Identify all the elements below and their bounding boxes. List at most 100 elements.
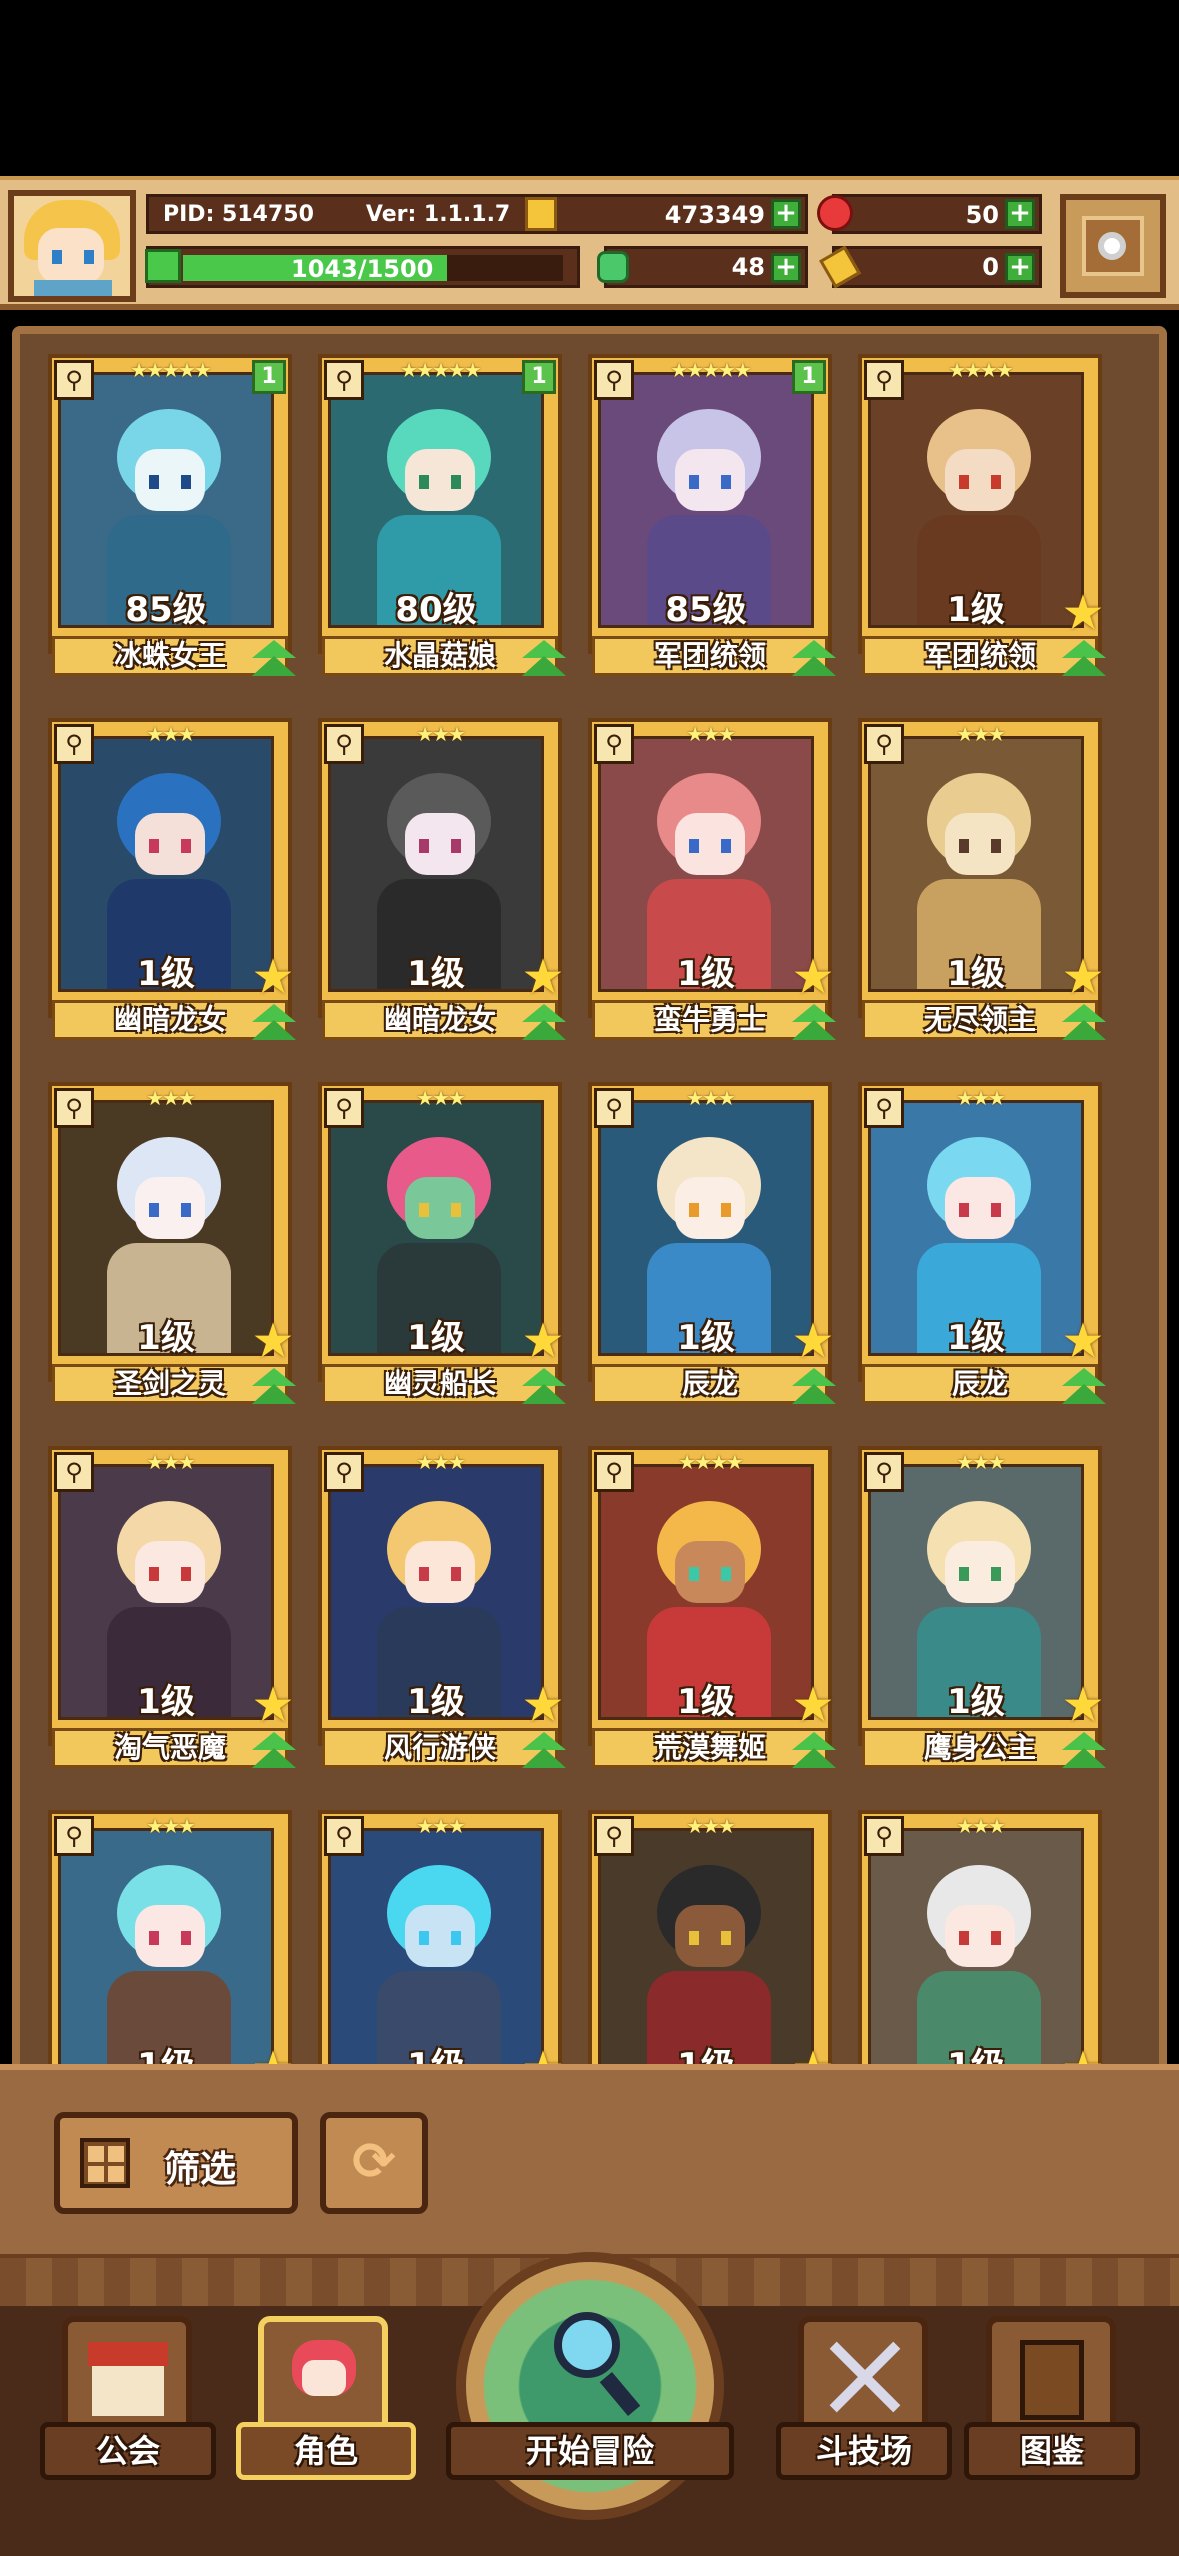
player-avatar[interactable] [8,190,136,302]
gold-amount: 473349 [664,201,765,229]
character-level: 1级 [947,1682,1005,1722]
rarity-stars: ★★★★ [678,1450,744,1474]
level-up-arrow-icon[interactable] [522,1368,566,1404]
crossed-swords-icon [798,2316,928,2436]
star-upgrade-icon[interactable]: ★ [248,1681,298,1729]
character-card[interactable]: ⚲ ★★★ 1级 幽暗龙女 ★ [48,718,298,1058]
character-level: 1级 [407,954,465,994]
exp-text: 1043/1500 [291,255,434,283]
character-card[interactable]: ⚲ ★★★ 1级 无尽领主 ★ [858,718,1108,1058]
rarity-stars: ★★★ [416,1086,466,1110]
guild-building-icon [62,2316,192,2436]
character-card[interactable]: ⚲ ★★★ 1级 幽灵船长 ★ [318,1082,568,1422]
level-up-arrow-icon[interactable] [792,640,836,676]
character-card[interactable]: ⚲ ★★★ 1级 圣剑之灵 ★ [48,1082,298,1422]
star-upgrade-icon[interactable]: ★ [1058,1681,1108,1729]
character-card[interactable]: ⚲ ★★★★★ 1 85级 冰蛛女王 [48,354,298,694]
character-card[interactable]: ⚲ ★★★ 1级 幽暗龙女 ★ [318,718,568,1058]
add-clover-button[interactable]: + [771,253,801,283]
character-level: 80级 [395,590,477,630]
level-up-arrow-icon[interactable] [252,1368,296,1404]
star-upgrade-icon[interactable]: ★ [518,953,568,1001]
exp-bar: 1043/1500 [145,246,580,288]
level-up-arrow-icon[interactable] [252,1004,296,1040]
nav-character-label: 角色 [236,2422,416,2480]
level-up-arrow-icon[interactable] [1062,1368,1106,1404]
rarity-stars: ★★★ [416,1814,466,1838]
top-hud: PID: 514750 Ver: 1.1.1.7 473349 + 50 + 1… [0,176,1179,310]
level-up-arrow-icon[interactable] [522,640,566,676]
settings-gear-button[interactable] [1060,194,1166,298]
gold-coin-icon [525,197,557,231]
character-icon [258,2316,388,2436]
star-upgrade-icon[interactable]: ★ [1058,1317,1108,1365]
character-card[interactable]: ⚲ ★★★ 1级 蛮牛勇士 ★ [588,718,838,1058]
level-up-arrow-icon[interactable] [1062,1732,1106,1768]
nav-guild-label: 公会 [40,2422,216,2480]
pid-version-bar: PID: 514750 Ver: 1.1.1.7 [146,194,546,234]
filter-label: 筛选 [164,2149,237,2190]
filter-button[interactable]: 筛选 [54,2112,298,2214]
star-upgrade-icon[interactable]: ★ [248,953,298,1001]
star-upgrade-icon[interactable]: ★ [788,1681,838,1729]
character-level: 1级 [407,1318,465,1358]
nav-arena-label: 斗技场 [776,2422,952,2480]
star-upgrade-icon[interactable]: ★ [1058,589,1108,637]
level-up-arrow-icon[interactable] [792,1732,836,1768]
character-card[interactable]: ⚲ ★★★★ 1级 荒漠舞姬 ★ [588,1446,838,1786]
star-upgrade-icon[interactable]: ★ [1058,953,1108,1001]
rarity-stars: ★★★ [956,1450,1006,1474]
level-up-arrow-icon[interactable] [1062,640,1106,676]
character-card[interactable]: ⚲ ★★★★★ 1 80级 水晶菇娘 [318,354,568,694]
level-up-arrow-icon[interactable] [792,1368,836,1404]
level-up-arrow-icon[interactable] [792,1004,836,1040]
magnifier-icon [554,2312,620,2378]
character-card[interactable]: ⚲ ★★★ 1级 淘气恶魔 ★ [48,1446,298,1786]
pid-label: PID: 514750 [163,201,314,227]
level-up-arrow-icon[interactable] [252,1732,296,1768]
character-level: 1级 [677,1318,735,1358]
level-up-arrow-icon[interactable] [522,1732,566,1768]
refresh-icon: ⟳ [352,2132,396,2192]
character-card[interactable]: ⚲★★★1级★ [318,1810,568,2084]
rarity-stars: ★★★ [146,1086,196,1110]
rarity-stars: ★★★ [956,1814,1006,1838]
nav-adventure-label: 开始冒险 [446,2422,734,2480]
rarity-stars: ★★★ [146,722,196,746]
character-card[interactable]: ⚲ ★★★★ 1级 军团统领 ★ [858,354,1108,694]
level-up-arrow-icon[interactable] [522,1004,566,1040]
add-key-button[interactable]: + [1005,253,1035,283]
rarity-stars: ★★★ [686,1814,736,1838]
character-card[interactable]: ⚲★★★1级★ [858,1810,1108,2084]
character-card[interactable]: ⚲★★★1级★ [48,1810,298,2084]
character-card[interactable]: ⚲★★★1级★ [588,1810,838,2084]
character-card[interactable]: ⚲ ★★★ 1级 风行游侠 ★ [318,1446,568,1786]
character-card[interactable]: ⚲ ★★★ 1级 鹰身公主 ★ [858,1446,1108,1786]
count-badge: 1 [522,360,556,394]
gold-bar: 473349 + [525,194,808,234]
add-gem-button[interactable]: + [1005,199,1035,229]
clover-icon [597,251,629,283]
ruby-gem-icon [817,195,853,231]
character-list-panel: ⚲ ★★★★★ 1 85级 冰蛛女王 ⚲ ★★★★★ 1 80级 水晶菇娘 ⚲ ★★★★★ 1 85级 军团… [12,326,1167,2086]
character-level: 1级 [137,1682,195,1722]
character-card[interactable]: ⚲ ★★★ 1级 辰龙 ★ [858,1082,1108,1422]
rarity-stars: ★★★ [686,1086,736,1110]
add-gold-button[interactable]: + [771,199,801,229]
star-upgrade-icon[interactable]: ★ [788,1317,838,1365]
refresh-button[interactable]: ⟳ [320,2112,428,2214]
character-card[interactable]: ⚲ ★★★ 1级 辰龙 ★ [588,1082,838,1422]
rarity-stars: ★★★★ [948,358,1014,382]
book-icon [986,2316,1116,2436]
character-card[interactable]: ⚲ ★★★★★ 1 85级 军团统领 [588,354,838,694]
star-upgrade-icon[interactable]: ★ [518,1681,568,1729]
star-upgrade-icon[interactable]: ★ [248,1317,298,1365]
star-upgrade-icon[interactable]: ★ [518,1317,568,1365]
character-level: 85级 [665,590,747,630]
star-upgrade-icon[interactable]: ★ [788,953,838,1001]
nav-codex-label: 图鉴 [964,2422,1140,2480]
rarity-stars: ★★★ [686,722,736,746]
level-up-arrow-icon[interactable] [252,640,296,676]
key-amount: 0 [982,253,999,281]
level-up-arrow-icon[interactable] [1062,1004,1106,1040]
